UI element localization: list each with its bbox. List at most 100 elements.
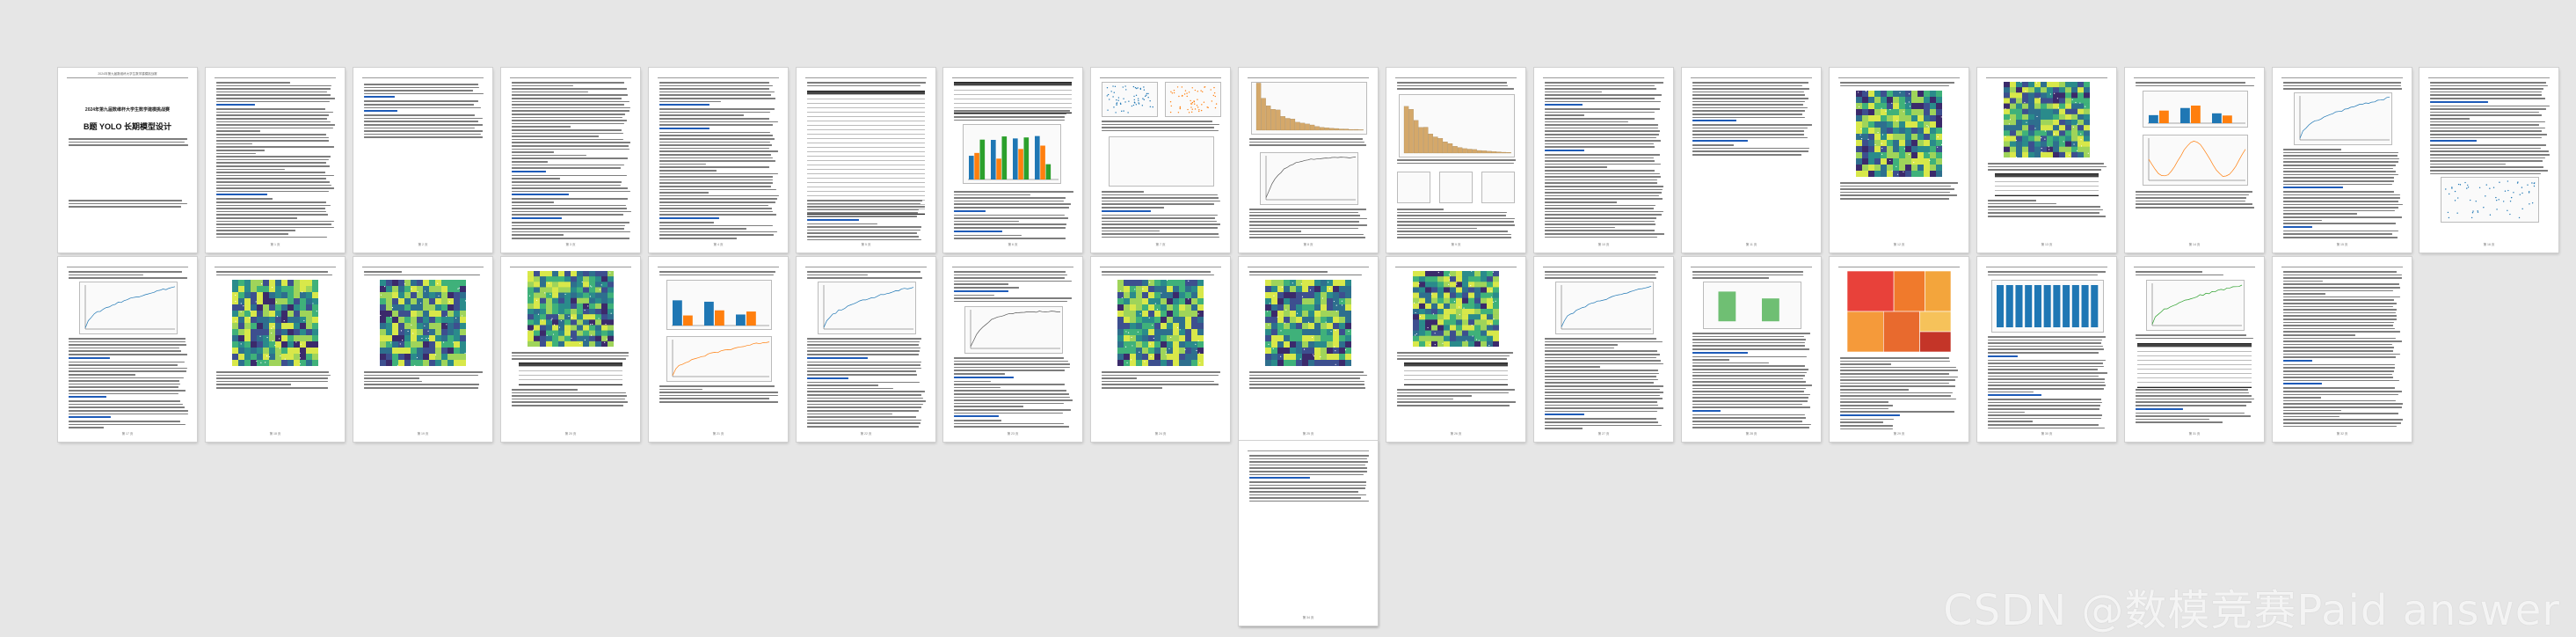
histogram-bar	[1437, 138, 1444, 154]
text-line	[1988, 424, 2099, 426]
page-footer: 第 28 页	[1745, 432, 1757, 436]
heat-cell	[2071, 130, 2078, 136]
heat-cell	[238, 329, 245, 336]
text-line	[2283, 383, 2323, 385]
heat-cell	[1277, 335, 1284, 342]
heat-marker	[2087, 152, 2089, 154]
heat-cell	[448, 311, 455, 318]
heat-cell	[1321, 348, 1328, 355]
text-line	[2283, 82, 2402, 84]
heat-cell	[232, 335, 239, 342]
text-line	[954, 274, 1068, 276]
text-line	[512, 126, 571, 128]
heat-cell	[1284, 348, 1291, 355]
text-line	[807, 419, 921, 421]
heatmap-figure	[1117, 280, 1204, 366]
heat-cell	[1271, 280, 1278, 287]
heat-cell	[1431, 276, 1438, 282]
heat-cell	[589, 276, 596, 282]
heat-cell	[1930, 109, 1937, 116]
text-line	[1545, 186, 1663, 187]
text-line	[512, 355, 629, 357]
figure-graphic	[672, 340, 770, 377]
heat-cell	[1899, 171, 1906, 177]
heat-cell	[448, 280, 455, 287]
heat-cell	[1493, 276, 1499, 282]
text-line	[2430, 118, 2470, 120]
text-line	[1545, 154, 1661, 156]
text-line	[512, 174, 628, 177]
heat-cell	[1167, 341, 1174, 348]
text-line	[2430, 134, 2548, 135]
text-line	[364, 90, 474, 92]
heat-cell	[1327, 323, 1334, 330]
heat-cell	[1302, 360, 1309, 366]
text-line	[954, 287, 1019, 289]
bar	[2223, 115, 2232, 123]
heat-cell	[1856, 128, 1863, 135]
heat-cell	[1284, 280, 1291, 287]
heat-cell	[411, 317, 418, 324]
heat-cell	[2004, 98, 2011, 104]
figure-graphic	[1255, 83, 1364, 131]
heat-cell	[1314, 317, 1321, 324]
heat-cell	[1333, 354, 1340, 361]
text-line	[1692, 106, 1808, 109]
heat-cell	[1462, 282, 1469, 288]
heat-cell	[1314, 298, 1321, 305]
heat-cell	[1179, 360, 1186, 366]
heat-cell	[1277, 317, 1284, 324]
series-line	[1561, 285, 1652, 327]
scatter-point	[1210, 89, 1212, 91]
heat-cell	[2071, 108, 2078, 115]
heat-cell	[448, 292, 455, 299]
scatter-point	[2454, 190, 2456, 193]
heat-marker	[283, 320, 285, 322]
heat-cell	[1487, 340, 1494, 347]
heat-cell	[1456, 319, 1463, 326]
heat-cell	[1124, 286, 1131, 293]
heat-cell	[1474, 303, 1481, 310]
text-line	[807, 377, 848, 379]
bar	[991, 139, 996, 179]
heat-cell	[1468, 330, 1475, 337]
heat-cell	[2010, 103, 2017, 110]
heat-cell	[1493, 340, 1499, 347]
text-line	[512, 154, 586, 157]
text-line	[216, 226, 335, 229]
heat-cell	[1881, 91, 1888, 98]
heat-cell	[1327, 335, 1334, 342]
heat-cell	[1290, 286, 1297, 293]
text-line	[807, 212, 919, 214]
document-page: 第 21 页	[649, 257, 788, 442]
heat-marker	[299, 352, 301, 355]
heat-cell	[392, 335, 399, 342]
heat-cell	[312, 341, 318, 348]
heat-cell	[1899, 158, 1906, 165]
text-line	[1840, 373, 1950, 375]
heat-cell	[1468, 287, 1475, 293]
scatter-point	[1135, 94, 1138, 97]
text-line	[954, 119, 1066, 121]
text-line	[69, 403, 184, 406]
heat-cell	[2034, 108, 2041, 115]
text-line	[659, 271, 775, 273]
heat-marker	[590, 324, 592, 326]
heat-cell	[571, 319, 578, 326]
scatter-point	[2495, 199, 2498, 201]
heat-marker	[2044, 130, 2046, 132]
heat-cell	[564, 335, 571, 342]
figure-graphic	[528, 271, 614, 347]
heat-cell	[281, 311, 288, 318]
heat-cell	[1481, 271, 1488, 277]
figure-graphic	[1997, 285, 2099, 327]
text-line	[954, 230, 1002, 232]
text-line	[954, 197, 1066, 199]
text-line	[659, 194, 779, 197]
heat-cell	[534, 330, 541, 337]
heat-cell	[404, 329, 411, 336]
page-header-rule	[215, 77, 336, 78]
text-line	[2136, 191, 2253, 193]
text-line	[1545, 424, 1662, 427]
text-line	[1249, 464, 1366, 466]
